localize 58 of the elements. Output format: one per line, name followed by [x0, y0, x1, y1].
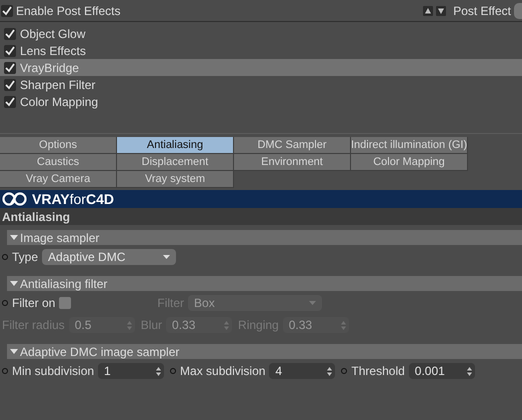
- tab[interactable]: Displacement: [117, 154, 234, 171]
- tab[interactable]: Color Mapping: [351, 154, 468, 171]
- caret-icon: [163, 255, 170, 259]
- tab[interactable]: Antialiasing: [117, 137, 234, 154]
- spinner-icon: [340, 320, 346, 330]
- caret-down-icon: [10, 348, 18, 354]
- checkbox[interactable]: [59, 297, 72, 309]
- section-header[interactable]: Antialiasing filter: [7, 276, 522, 291]
- tab[interactable]: DMC Sampler: [234, 137, 351, 154]
- checkbox[interactable]: [4, 62, 16, 74]
- checkmark-icon: [2, 6, 12, 16]
- spinner-icon: [126, 320, 132, 330]
- number-field[interactable]: 1: [98, 363, 164, 379]
- logo-icon: [2, 192, 28, 206]
- down-arrow-icon[interactable]: [436, 6, 446, 16]
- tab[interactable]: Options: [0, 137, 117, 154]
- logo-text: VRAYforC4D: [32, 191, 114, 207]
- checkbox[interactable]: [4, 44, 16, 56]
- checkbox[interactable]: [4, 28, 16, 40]
- effect-label: Sharpen Filter: [20, 78, 96, 92]
- field-label: Min subdivision: [12, 364, 94, 378]
- spinner-icon: [224, 320, 230, 330]
- checkbox[interactable]: [1, 4, 13, 16]
- section-header[interactable]: Adaptive DMC image sampler: [7, 344, 522, 359]
- field-label: Filter on: [12, 296, 56, 310]
- enable-label: Enable Post Effects: [16, 4, 121, 18]
- tab[interactable]: Vray Camera: [0, 171, 117, 188]
- number-field[interactable]: 4: [269, 363, 336, 379]
- post-effect-label: Post Effect: [453, 4, 511, 18]
- effect-label: Object Glow: [20, 26, 86, 40]
- spinner-icon: [327, 366, 332, 376]
- field-label: Max subdivision: [180, 364, 266, 378]
- up-arrow-icon[interactable]: [423, 6, 434, 16]
- effect-item[interactable]: VrayBridge: [0, 59, 522, 76]
- field-label: Threshold: [351, 364, 405, 378]
- caret-down-icon: [10, 234, 18, 240]
- checkbox[interactable]: [4, 78, 16, 90]
- effect-item[interactable]: Lens Effects: [0, 42, 522, 59]
- caret-icon: [309, 301, 316, 305]
- effect-label: Color Mapping: [20, 94, 98, 108]
- effect-item[interactable]: Object Glow: [0, 25, 522, 42]
- spinner-icon: [466, 366, 472, 376]
- panel-title: Antialiasing: [0, 208, 522, 225]
- dropdown[interactable]: Adaptive DMC: [42, 249, 176, 265]
- field-label: Type: [12, 250, 38, 264]
- effect-label: VrayBridge: [20, 60, 79, 74]
- effect-item[interactable]: Sharpen Filter: [0, 76, 522, 93]
- effect-item[interactable]: Color Mapping: [0, 93, 522, 110]
- spinner-icon: [156, 366, 162, 376]
- tab[interactable]: Caustics: [0, 154, 117, 171]
- caret-down-icon: [10, 280, 18, 286]
- section-header[interactable]: Image sampler: [7, 230, 522, 245]
- tab[interactable]: Indirect illumination (GI): [351, 137, 468, 154]
- tab[interactable]: Environment: [234, 154, 351, 171]
- tab[interactable]: Vray system: [117, 171, 234, 188]
- number-field[interactable]: 0.001: [408, 363, 475, 379]
- checkbox[interactable]: [4, 96, 16, 108]
- effect-label: Lens Effects: [20, 44, 86, 58]
